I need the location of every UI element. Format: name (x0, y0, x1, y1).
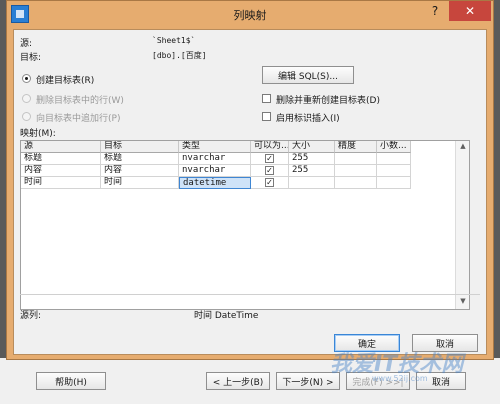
grid-scrollbar[interactable]: ▲ ▼ (455, 141, 469, 309)
cell-target[interactable]: 时间 (101, 177, 179, 189)
append-rows-radio[interactable] (22, 112, 31, 121)
drop-recreate-label: 删除并重新创建目标表(D) (276, 96, 380, 106)
source-column-label: 源列: (20, 311, 42, 321)
grid-header-size[interactable]: 大小 (289, 141, 335, 153)
edit-sql-button[interactable]: 编辑 SQL(S)... (262, 66, 354, 84)
grid-header-nullable[interactable]: 可以为... (251, 141, 289, 153)
cell-scale[interactable] (377, 153, 411, 165)
cell-type[interactable]: nvarchar (179, 153, 251, 165)
cell-source[interactable]: 内容 (21, 165, 101, 177)
next-button-label: 下一步(N) > (282, 377, 334, 388)
cell-nullable[interactable]: ✓ (251, 153, 289, 165)
cell-size[interactable]: 255 (289, 153, 335, 165)
source-value: `Sheet1$` (152, 36, 196, 45)
close-icon[interactable]: ✕ (449, 1, 491, 21)
delete-rows-radio[interactable] (22, 94, 31, 103)
cell-scale[interactable] (377, 177, 411, 189)
check-icon[interactable]: ✓ (265, 154, 274, 163)
cell-precision[interactable] (335, 165, 377, 177)
dialog-body: 源: `Sheet1$` 目标: [dbo].[百度] 创建目标表(R) 删除目… (13, 29, 487, 355)
mappings-grid[interactable]: 源 目标 类型 可以为... 大小 精度 小数... 标题 标题 nvarcha… (20, 140, 470, 310)
cell-nullable[interactable]: ✓ (251, 165, 289, 177)
cell-nullable[interactable]: ✓ (251, 177, 289, 189)
create-table-radio[interactable] (22, 74, 31, 83)
cell-type[interactable]: nvarchar (179, 165, 251, 177)
scroll-up-icon[interactable]: ▲ (458, 142, 468, 152)
help-button[interactable]: 帮助(H) (36, 372, 106, 390)
cell-target[interactable]: 标题 (101, 153, 179, 165)
edit-sql-label: 编辑 SQL(S)... (278, 71, 338, 82)
enable-identity-label: 启用标识插入(I) (276, 114, 340, 124)
target-value: [dbo].[百度] (152, 51, 207, 60)
source-column-value: 时间 DateTime (194, 311, 259, 321)
source-label: 源: (20, 39, 33, 49)
cell-scale[interactable] (377, 165, 411, 177)
parent-window-edge-right (494, 0, 500, 404)
help-icon[interactable]: ? (421, 1, 449, 21)
grid-header-scale[interactable]: 小数... (377, 141, 411, 153)
cell-type-selected[interactable]: datetime (179, 177, 251, 189)
grid-header-type[interactable]: 类型 (179, 141, 251, 153)
drop-recreate-checkbox[interactable] (262, 94, 271, 103)
scroll-down-icon[interactable]: ▼ (458, 297, 468, 307)
grid-header-precision[interactable]: 精度 (335, 141, 377, 153)
back-button-label: < 上一步(B) (212, 377, 264, 388)
enable-identity-checkbox[interactable] (262, 112, 271, 121)
delete-rows-label: 删除目标表中的行(W) (36, 96, 124, 106)
check-icon[interactable]: ✓ (265, 178, 274, 187)
watermark-url: www.52ij.com (372, 374, 428, 383)
cell-precision[interactable] (335, 177, 377, 189)
help-button-label: 帮助(H) (55, 377, 87, 388)
separator (20, 294, 480, 295)
cell-target[interactable]: 内容 (101, 165, 179, 177)
cell-source[interactable]: 标题 (21, 153, 101, 165)
grid-header-target[interactable]: 目标 (101, 141, 179, 153)
append-rows-label: 向目标表中追加行(P) (36, 114, 121, 124)
cell-size[interactable]: 255 (289, 165, 335, 177)
cell-source[interactable]: 时间 (21, 177, 101, 189)
check-icon[interactable]: ✓ (265, 166, 274, 175)
target-label: 目标: (20, 53, 42, 63)
column-mappings-dialog: 列映射 ? ✕ 源: `Sheet1$` 目标: [dbo].[百度] 创建目标… (6, 0, 494, 360)
mappings-label: 映射(M): (20, 129, 56, 139)
grid-header-source[interactable]: 源 (21, 141, 101, 153)
cell-size[interactable] (289, 177, 335, 189)
create-table-label: 创建目标表(R) (36, 76, 95, 86)
title-bar: 列映射 ? ✕ (7, 1, 493, 29)
cell-precision[interactable] (335, 153, 377, 165)
back-button[interactable]: < 上一步(B) (206, 372, 270, 390)
